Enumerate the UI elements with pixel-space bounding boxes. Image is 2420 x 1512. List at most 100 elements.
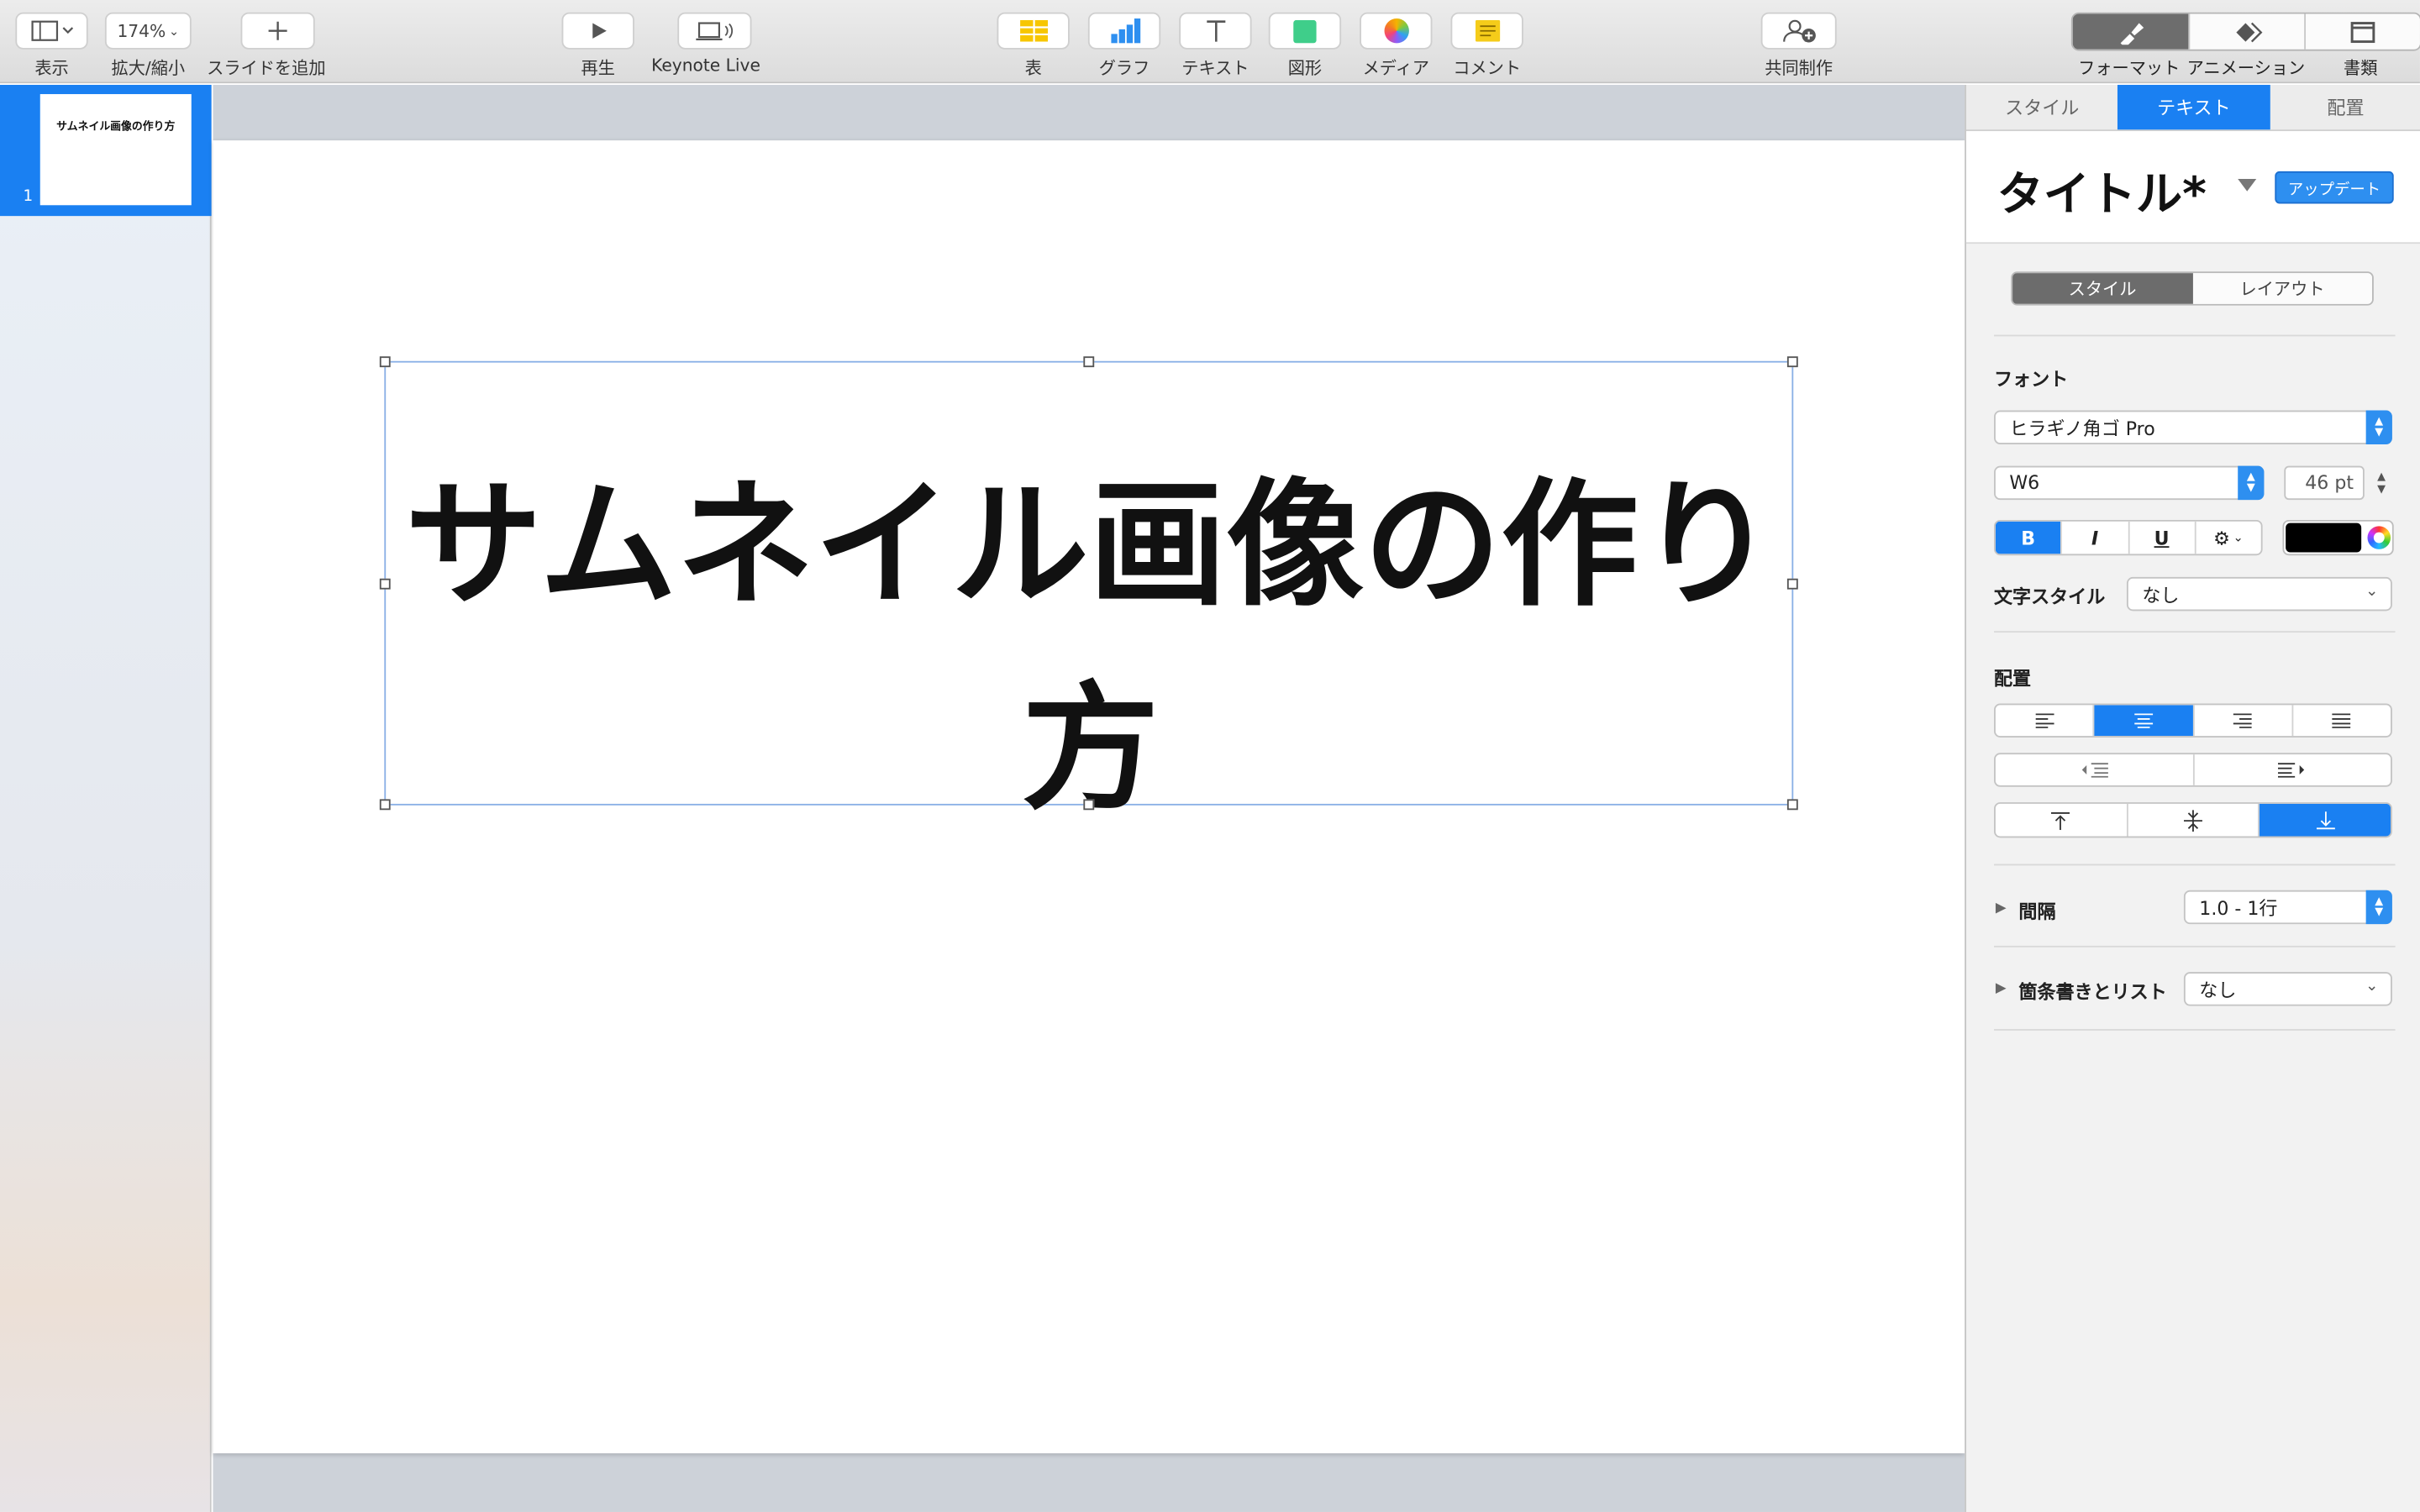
inspector-tabs: スタイル テキスト 配置 [1965,85,2420,132]
comment-label: コメント [1453,58,1522,79]
color-swatch[interactable] [2286,522,2362,553]
disclosure-triangle-icon[interactable]: ▶ [1996,901,2007,916]
sidebar-icon [30,20,73,41]
comment-button[interactable] [1450,12,1523,50]
format-inspector: スタイル テキスト 配置 タイトル* アップデート スタイル レイアウト フォン… [1965,85,2420,1512]
chart-button[interactable] [1087,12,1161,50]
play[interactable]: 再生 [561,12,634,81]
animate-icon [2236,21,2263,42]
text-insert[interactable]: テキスト [1179,12,1252,81]
document-button[interactable] [2304,13,2420,50]
format-button[interactable] [2072,13,2189,50]
spacing-label: 間隔 [2018,900,2056,923]
align-right-button[interactable] [2192,705,2291,737]
play-label: 再生 [581,58,615,79]
font-size-stepper[interactable]: ▲ ▼ [2372,466,2391,500]
bullets-label: 箇条書きとリスト [2018,981,2167,1003]
view-button[interactable] [15,12,88,50]
bullets-select[interactable]: なし ⌄ [2183,972,2392,1006]
keynote-live[interactable]: Keynote Live [651,12,760,76]
media-insert[interactable]: メディア [1360,12,1433,81]
spacing-select[interactable]: 1.0 - 1行 ▲ ▼ [2183,890,2392,925]
subtab-style[interactable]: スタイル [2012,273,2193,304]
divider [1994,864,2396,866]
indent-buttons [1994,753,2392,787]
collaborate-label: 共同制作 [1765,58,1833,79]
char-style-select[interactable]: なし ⌄ [2126,576,2392,612]
collaborate[interactable]: 共同制作 [1760,12,1837,81]
align-top-button[interactable] [1996,804,2127,837]
resize-handle-right[interactable] [1786,578,1798,590]
spacing-value: 1.0 - 1行 [2199,897,2278,919]
font-size-field[interactable]: 46 pt [2284,465,2365,501]
slide[interactable]: サムネイル画像の作り 方 [213,140,1965,1454]
zoom-menu[interactable]: 174% ⌄ 拡大/縮小 [104,12,192,81]
chevron-down-icon: ⌄ [168,24,180,38]
shape-insert[interactable]: 図形 [1268,12,1342,81]
update-style-button[interactable]: アップデート [2275,171,2394,204]
chevron-down-icon: ⌄ [2233,530,2244,545]
comment-insert[interactable]: コメント [1450,12,1523,81]
chevron-down-icon: ⌄ [2365,978,2379,995]
table-button[interactable] [997,12,1070,50]
resize-handle-top[interactable] [1083,356,1095,368]
resize-handle-bottom[interactable] [1083,799,1095,811]
increase-indent-button[interactable] [2192,754,2391,785]
text-button[interactable] [1179,12,1252,50]
slide-title[interactable]: サムネイル画像の作り 方 [386,443,1795,850]
align-left-button[interactable] [1996,705,2093,736]
subtab-layout[interactable]: レイアウト [2192,273,2373,304]
color-wheel-icon[interactable] [2367,526,2391,549]
align-top-icon [2051,811,2070,830]
inspector-switcher-labels: フォーマット アニメーション 書類 [2071,55,2418,80]
media-button[interactable] [1360,12,1433,50]
resize-handle-bottom-left[interactable] [379,799,391,811]
disclosure-triangle-icon[interactable]: ▶ [1996,981,2007,996]
divider [1994,945,2396,948]
collaborate-button[interactable] [1760,12,1837,50]
tab-arrange[interactable]: 配置 [2270,85,2420,129]
text-icon [1206,20,1225,42]
font-weight-select[interactable]: W6 ▲ ▼ [1994,465,2265,501]
bold-button[interactable]: B [1995,521,2061,554]
animate-button[interactable] [2188,13,2305,50]
chart-insert[interactable]: グラフ [1087,12,1161,81]
slide-thumbnail-1[interactable]: サムネイル画像の作り方 1 [0,85,212,217]
zoom-button[interactable]: 174% ⌄ [104,12,192,50]
indent-icon [2278,763,2305,778]
keynote-live-button[interactable] [677,12,753,50]
title-textbox[interactable]: サムネイル画像の作り 方 [379,356,1798,828]
add-slide[interactable]: スライドを追加 [207,12,326,81]
tab-text[interactable]: テキスト [2118,85,2270,130]
shape-button[interactable] [1268,12,1342,50]
tab-style[interactable]: スタイル [1966,85,2118,129]
outdent-icon [2081,763,2108,778]
align-center-button[interactable] [2093,705,2193,737]
font-family-select[interactable]: ヒラギノ角ゴ Pro ▲ ▼ [1994,410,2392,444]
play-button[interactable] [561,12,634,50]
resize-handle-bottom-right[interactable] [1786,799,1798,811]
keynote-live-label: Keynote Live [651,55,760,76]
paragraph-style-name[interactable]: タイトル* [1997,156,2207,224]
text-options-button[interactable]: ⚙ ⌄ [2194,521,2260,554]
media-label: メディア [1362,58,1429,79]
align-middle-button[interactable] [2126,803,2258,837]
view-menu[interactable]: 表示 [15,12,88,81]
justify-button[interactable] [2291,705,2391,737]
add-slide-button[interactable] [239,12,314,50]
updown-arrows-icon: ▲ ▼ [2238,465,2265,501]
shape-icon [1293,18,1317,43]
decrease-indent-button[interactable] [1996,754,2192,785]
resize-handle-left[interactable] [379,578,391,590]
table-insert[interactable]: 表 [997,12,1070,81]
divider [1994,1029,2396,1031]
align-bottom-button[interactable] [2258,803,2391,837]
underline-button[interactable]: U [2127,521,2194,554]
animate-label: アニメーション [2186,58,2306,79]
text-color-well[interactable] [2282,519,2394,556]
disclosure-triangle-icon[interactable] [2238,179,2257,192]
italic-button[interactable]: I [2060,521,2127,554]
align-left-icon [2034,713,2054,728]
resize-handle-top-right[interactable] [1786,356,1798,368]
resize-handle-top-left[interactable] [379,356,391,368]
